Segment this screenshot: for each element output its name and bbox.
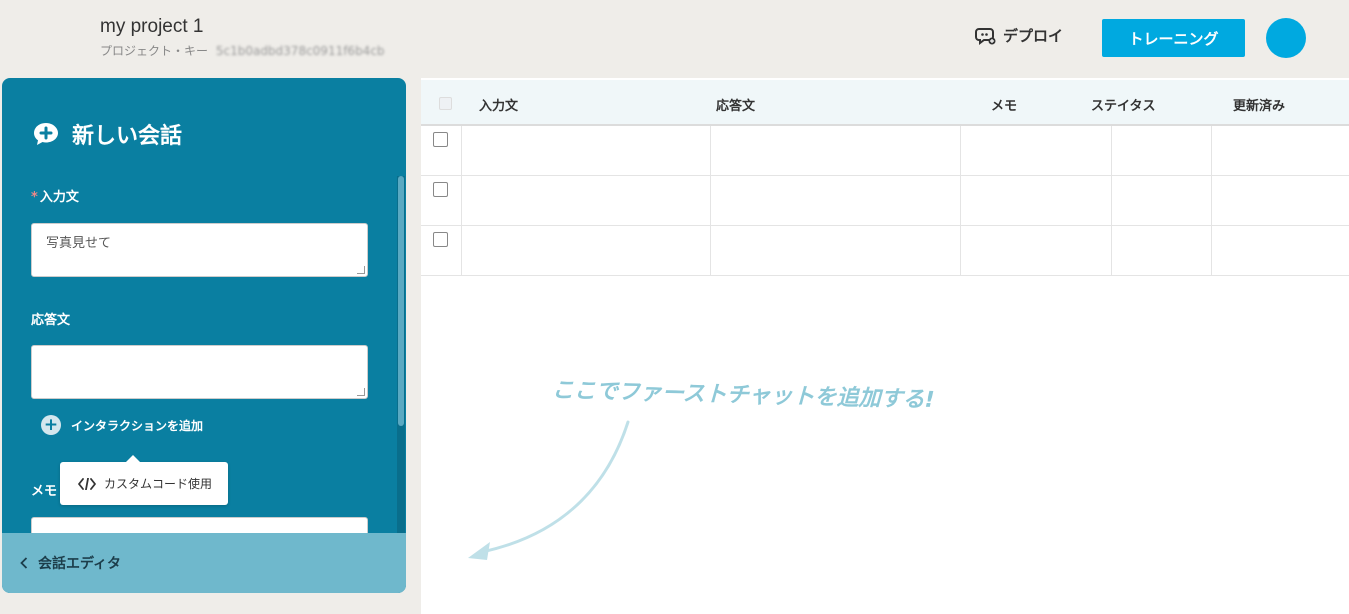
deploy-button[interactable]: デプロイ [975,25,1063,46]
cell-divider [1211,226,1212,276]
memo-label: メモ [31,484,58,499]
conversation-editor-label: 会話エディタ [38,556,122,572]
plus-icon: + [41,415,61,435]
response-label: 応答文 [31,313,71,328]
user-avatar[interactable] [1266,18,1306,58]
cell-divider [710,226,711,276]
panel-scrollbar-thumb[interactable] [398,176,404,426]
cell-divider [710,126,711,176]
cell-divider [960,176,961,226]
panel-title: 新しい会話 [32,118,182,150]
cell-divider [1211,126,1212,176]
add-interaction-button[interactable]: + インタラクションを追加 [41,415,203,435]
header-updated[interactable]: 更新済み [1233,95,1285,114]
project-title: my project 1 [100,16,204,37]
cell-divider [1111,176,1112,226]
cell-divider [1111,126,1112,176]
header-response[interactable]: 応答文 [716,95,755,114]
input-textarea-value: 写真見せて [46,236,112,251]
cell-divider [1211,176,1212,226]
cell-divider [710,176,711,226]
deploy-icon [975,27,996,45]
table-row[interactable] [421,126,1349,176]
input-label: * 入力文 [31,186,79,205]
training-button[interactable]: トレーニング [1102,19,1245,57]
row-checkbox[interactable] [433,232,448,247]
response-textarea[interactable] [31,345,368,399]
table-header: 入力文 応答文 メモ ステイタス 更新済み [421,80,1349,126]
row-checkbox[interactable] [433,182,448,197]
project-key: プロジェクト・キー 5c1b0adbd378c0911f6b4cb [100,42,385,59]
deploy-label: デプロイ [1003,27,1064,45]
cell-divider [461,226,462,276]
required-mark: * [31,190,38,205]
resize-handle[interactable] [357,266,365,274]
panel-title-text: 新しい会話 [72,124,183,149]
cell-divider [1111,226,1112,276]
table-row[interactable] [421,176,1349,226]
input-label-text: 入力文 [39,190,79,205]
cell-divider [960,126,961,176]
input-textarea[interactable]: 写真見せて [31,223,368,277]
conversation-editor-toggle[interactable]: 会話エディタ [2,533,406,593]
new-conversation-panel: 新しい会話 * 入力文 写真見せて 応答文 + インタラクションを追加 メモ カス… [2,78,406,593]
cell-divider [960,226,961,276]
custom-code-label: カスタムコード使用 [104,477,213,491]
cell-divider [461,126,462,176]
hint-arrow-icon [468,420,630,560]
code-icon [78,477,96,490]
app-header: my project 1 プロジェクト・キー 5c1b0adbd378c0911… [0,0,1349,78]
table-row[interactable] [421,226,1349,276]
header-status[interactable]: ステイタス [1091,95,1155,114]
resize-handle[interactable] [357,388,365,396]
row-checkbox[interactable] [433,132,448,147]
project-key-label: プロジェクト・キー [100,44,209,58]
add-interaction-label: インタラクションを追加 [71,418,204,433]
cell-divider [461,176,462,226]
project-key-value: 5c1b0adbd378c0911f6b4cb [215,44,385,58]
new-chat-icon [34,123,58,145]
chevron-left-icon [20,557,28,569]
header-input[interactable]: 入力文 [479,95,518,114]
custom-code-option[interactable]: カスタムコード使用 [60,455,228,505]
header-memo[interactable]: メモ [991,95,1017,114]
select-all-checkbox[interactable] [439,97,452,110]
